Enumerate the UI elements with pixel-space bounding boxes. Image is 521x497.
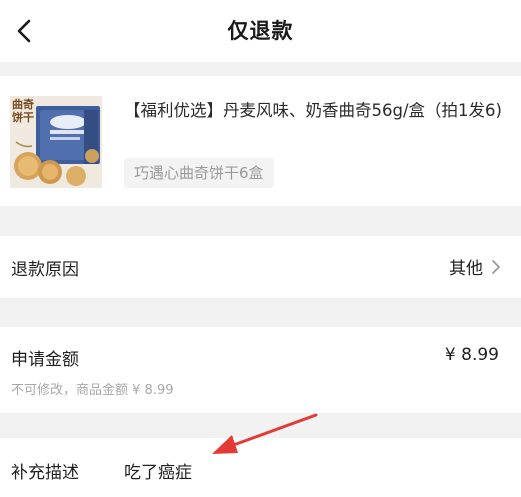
refund-amount-note: 不可修改，商品金额 ¥ 8.99 bbox=[11, 383, 174, 398]
product-thumbnail: 曲奇饼干 bbox=[10, 96, 102, 188]
refund-reason-selector[interactable]: 其他 bbox=[449, 254, 501, 279]
top-nav-bar: 仅退款 bbox=[0, 0, 521, 62]
refund-amount-row: 申请金额 ¥ 8.99 不可修改，商品金额 ¥ 8.99 bbox=[0, 327, 521, 413]
refund-reason-value: 其他 bbox=[449, 259, 483, 279]
description-label: 补充描述 bbox=[11, 463, 79, 483]
product-name: 【福利优选】丹麦风味、奶香曲奇56g/盒（拍1发6) bbox=[124, 101, 502, 120]
refund-reason-row[interactable]: 退款原因 其他 bbox=[0, 236, 521, 298]
page-title: 仅退款 bbox=[227, 19, 294, 43]
description-row: 补充描述 吃了癌症 bbox=[0, 438, 521, 497]
product-card[interactable]: 曲奇饼干 【福利优选】丹麦风味、奶香曲奇56g/盒（拍1发6) 巧遇心曲奇饼干6… bbox=[0, 76, 521, 206]
product-spec: 巧遇心曲奇饼干6盒 bbox=[124, 158, 274, 188]
description-input[interactable]: 吃了癌症 bbox=[124, 458, 192, 483]
chevron-right-icon bbox=[492, 259, 500, 274]
refund-amount-label: 申请金额 bbox=[11, 350, 79, 370]
refund-reason-label: 退款原因 bbox=[11, 260, 79, 280]
refund-amount-value: ¥ 8.99 bbox=[444, 345, 499, 365]
product-thumb-label: 曲奇饼干 bbox=[12, 98, 34, 124]
